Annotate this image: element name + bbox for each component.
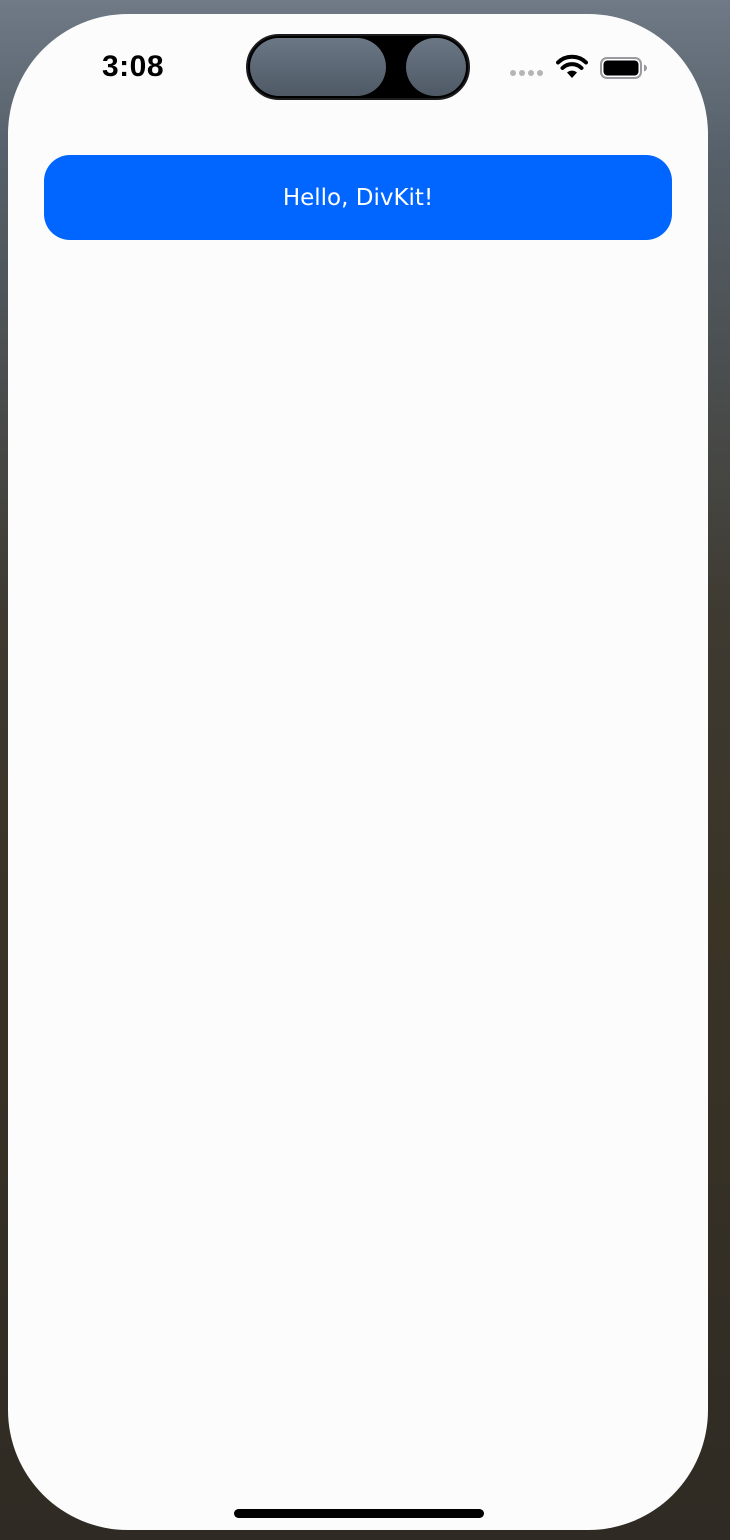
status-time: 3:08 [102,50,165,83]
dynamic-island-pill [250,38,386,96]
status-bar: 3:08 [8,14,708,124]
hello-card: Hello, DivKit! [44,155,672,240]
dynamic-island [246,34,470,100]
battery-icon [600,57,648,79]
home-indicator[interactable] [234,1509,484,1518]
wifi-icon [556,54,588,80]
camera-icon [406,38,466,96]
phone-screen: 3:08 Hello, DivKit! [8,14,708,1530]
hello-text: Hello, DivKit! [282,184,434,211]
cellular-signal-icon [510,70,546,78]
